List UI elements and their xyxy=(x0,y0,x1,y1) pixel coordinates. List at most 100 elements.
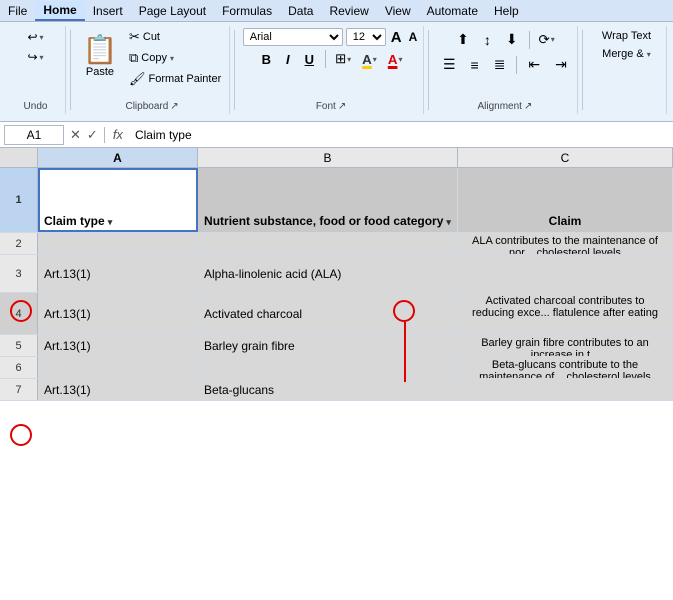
row-num-4[interactable]: 4 xyxy=(0,293,38,334)
cell-a2[interactable] xyxy=(38,233,198,254)
row-num-1[interactable]: 1 xyxy=(0,168,38,232)
confirm-formula-button[interactable]: ✓ xyxy=(85,127,100,143)
align-middle-button[interactable]: ↕ xyxy=(478,29,497,51)
menu-file[interactable]: File xyxy=(0,2,35,20)
ribbon-divider-1 xyxy=(70,30,71,110)
cell-c6[interactable]: Beta-glucans contribute to the maintenan… xyxy=(458,357,673,378)
menu-data[interactable]: Data xyxy=(280,2,321,20)
cancel-formula-button[interactable]: ✕ xyxy=(68,127,83,143)
menu-formulas[interactable]: Formulas xyxy=(214,2,280,20)
undo-button[interactable]: ↩ ▾ xyxy=(23,28,47,46)
cell-b1-value: Nutrient substance, food or food categor… xyxy=(204,214,443,228)
menu-review[interactable]: Review xyxy=(321,2,376,20)
col-header-c[interactable]: C xyxy=(458,148,673,167)
copy-dropdown-arrow[interactable]: ▾ xyxy=(170,54,174,63)
font-color-dropdown[interactable]: ▾ xyxy=(398,55,402,64)
wrap-merge-group: Wrap Text Merge & ▾ xyxy=(587,26,667,114)
fill-dropdown[interactable]: ▾ xyxy=(373,55,377,64)
align-center-button[interactable]: ≡ xyxy=(465,54,485,76)
formula-input[interactable] xyxy=(131,126,669,144)
increase-indent-button[interactable]: ⇥ xyxy=(549,53,573,76)
menu-help[interactable]: Help xyxy=(486,2,527,20)
increase-font-size-button[interactable]: A xyxy=(389,29,404,46)
font-selector-row: Arial 12 A A xyxy=(243,28,420,46)
align-row-1: ⬆ ↕ ⬇ ⟳ ▾ xyxy=(451,28,559,51)
filter-dropdown-b[interactable]: ▾ xyxy=(446,217,451,228)
cell-b4[interactable]: Activated charcoal xyxy=(198,293,458,334)
borders-dropdown[interactable]: ▾ xyxy=(347,55,351,64)
font-format-row: B I U ⊞ ▾ A ▾ A ▾ xyxy=(256,48,407,70)
row-num-7[interactable]: 7 xyxy=(0,379,38,400)
cell-b1[interactable]: Nutrient substance, food or food categor… xyxy=(198,168,458,232)
align-expand-icon[interactable]: ↗ xyxy=(524,101,532,112)
cell-b2[interactable] xyxy=(198,233,458,254)
cell-a6[interactable] xyxy=(38,357,198,378)
row-num-6[interactable]: 6 xyxy=(0,357,38,378)
copy-button[interactable]: ⧉ Copy ▾ xyxy=(125,49,225,67)
redo-button[interactable]: ↪ ▾ xyxy=(23,48,47,66)
filter-dropdown-a[interactable]: ▾ xyxy=(108,217,113,228)
row-num-3[interactable]: 3 xyxy=(0,255,38,292)
menu-automate[interactable]: Automate xyxy=(419,2,486,20)
font-size-select[interactable]: 12 xyxy=(346,28,386,46)
decrease-indent-button[interactable]: ⇤ xyxy=(522,53,546,76)
cell-reference-input[interactable] xyxy=(4,125,64,145)
clipboard-expand-icon[interactable]: ↗ xyxy=(170,101,178,112)
format-painter-button[interactable]: 🖌 Format Painter xyxy=(125,70,225,88)
wrap-text-button[interactable]: Wrap Text xyxy=(597,28,656,44)
cell-b5[interactable]: Barley grain fibre xyxy=(198,335,458,356)
merge-cells-button[interactable]: Merge & ▾ xyxy=(597,46,656,62)
undo-icon: ↩ xyxy=(27,30,37,44)
cell-c3[interactable] xyxy=(458,255,673,292)
row-num-5[interactable]: 5 xyxy=(0,335,38,356)
cell-b6[interactable] xyxy=(198,357,458,378)
decrease-font-size-button[interactable]: A xyxy=(407,30,420,44)
menu-view[interactable]: View xyxy=(377,2,419,20)
redo-dropdown[interactable]: ▾ xyxy=(40,53,44,62)
cell-c1[interactable]: Claim xyxy=(458,168,673,232)
cell-c7[interactable] xyxy=(458,379,673,400)
underline-button[interactable]: U xyxy=(299,49,320,70)
font-color-button[interactable]: A ▾ xyxy=(384,49,407,70)
wrap-merge-content: Wrap Text Merge & ▾ xyxy=(597,28,656,62)
cell-a4[interactable]: Art.13(1) xyxy=(38,293,198,334)
fill-color-button[interactable]: A ▾ xyxy=(358,49,381,70)
cell-c5[interactable]: Barley grain fibre contributes to an inc… xyxy=(458,335,673,356)
formula-actions: ✕ ✓ fx xyxy=(64,127,131,143)
borders-button[interactable]: ⊞ ▾ xyxy=(331,48,355,70)
undo-dropdown[interactable]: ▾ xyxy=(40,33,44,42)
cell-b7[interactable]: Beta-glucans xyxy=(198,379,458,400)
align-bottom-button[interactable]: ⬇ xyxy=(500,28,524,51)
font-name-select[interactable]: Arial xyxy=(243,28,343,46)
cell-b3[interactable]: Alpha-linolenic acid (ALA) xyxy=(198,255,458,292)
cell-a7[interactable]: Art.13(1) xyxy=(38,379,198,400)
menu-insert[interactable]: Insert xyxy=(85,2,131,20)
cell-c2[interactable]: ALA contributes to the maintenance of no… xyxy=(458,233,673,254)
table-row: 2 ALA contributes to the maintenance of … xyxy=(0,233,673,255)
orientation-button[interactable]: ⟳ ▾ xyxy=(535,29,559,51)
menu-page-layout[interactable]: Page Layout xyxy=(131,2,214,20)
bold-button[interactable]: B xyxy=(256,49,277,70)
align-top-button[interactable]: ⬆ xyxy=(451,28,475,51)
cut-button[interactable]: ✂ Cut xyxy=(125,28,225,46)
align-left-button[interactable]: ☰ xyxy=(437,53,462,76)
select-all-button[interactable] xyxy=(0,148,38,168)
italic-button[interactable]: I xyxy=(280,49,296,70)
col-header-a[interactable]: A xyxy=(38,148,198,167)
paste-icon: 📋 xyxy=(85,32,115,66)
cell-a1[interactable]: Claim type ▾ xyxy=(38,168,198,232)
column-headers: A B C xyxy=(0,148,673,168)
merge-dropdown[interactable]: ▾ xyxy=(647,50,651,59)
font-group-content: Arial 12 A A B I U ⊞ ▾ A ▾ xyxy=(245,28,417,70)
row-num-2[interactable]: 2 xyxy=(0,233,38,254)
paste-button[interactable]: 📋 Paste xyxy=(79,28,121,88)
menu-home[interactable]: Home xyxy=(35,1,84,21)
align-right-button[interactable]: ≣ xyxy=(488,53,512,76)
font-expand-icon[interactable]: ↗ xyxy=(338,101,346,112)
formula-bar: ✕ ✓ fx xyxy=(0,122,673,148)
cell-a5[interactable]: Art.13(1) xyxy=(38,335,198,356)
col-header-b[interactable]: B xyxy=(198,148,458,167)
cell-c4[interactable]: Activated charcoal contributes to reduci… xyxy=(458,293,673,334)
cell-a3[interactable]: Art.13(1) xyxy=(38,255,198,292)
undo-group: ↩ ▾ ↪ ▾ Undo xyxy=(6,26,66,114)
